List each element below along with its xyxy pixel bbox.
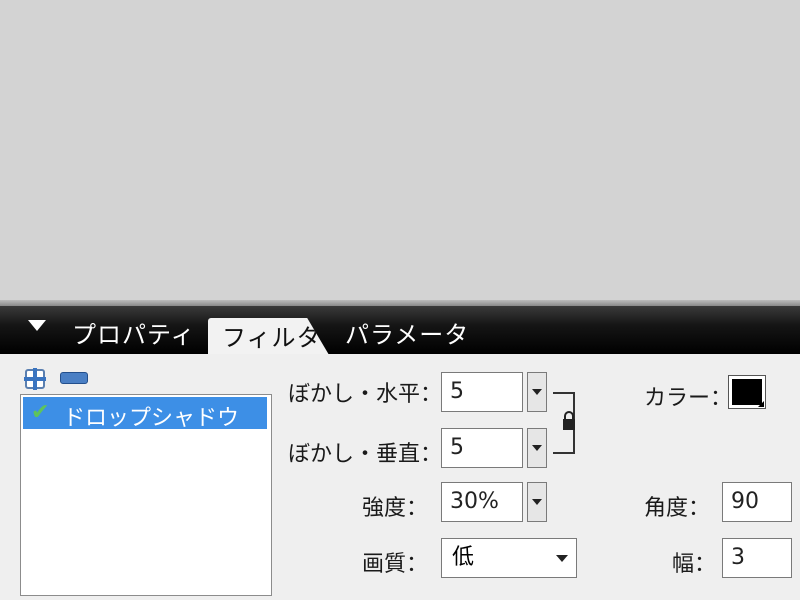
blur-x-field[interactable]: 5: [441, 372, 523, 412]
blur-y-field[interactable]: 5: [441, 428, 523, 468]
color-swatch[interactable]: [728, 375, 766, 409]
tab-properties[interactable]: プロパティ: [72, 316, 196, 354]
add-filter-icon[interactable]: [22, 366, 50, 392]
swatch-dropdown-icon: [758, 401, 764, 407]
quality-select[interactable]: 低: [441, 538, 577, 578]
distance-field[interactable]: 3: [722, 538, 792, 578]
blur-y-label: ぼかし・垂直：: [288, 442, 443, 467]
stage-area: [0, 0, 800, 300]
blur-x-spinner[interactable]: [527, 372, 547, 412]
checkmark-icon[interactable]: ✔: [31, 400, 49, 425]
lock-icon[interactable]: [561, 410, 577, 432]
panel-tab-bar: プロパティ フィルタ パラメータ: [0, 306, 800, 360]
filter-list: ✔ ドロップシャドウ: [20, 394, 272, 596]
distance-label: 幅：: [672, 552, 717, 577]
strength-label: 強度：: [362, 496, 429, 521]
strength-spinner[interactable]: [527, 482, 547, 522]
collapse-arrow-icon[interactable]: [28, 320, 46, 331]
filter-item-label: ドロップシャドウ: [63, 406, 240, 431]
angle-label: 角度：: [644, 496, 711, 521]
list-item[interactable]: ✔ ドロップシャドウ: [23, 397, 267, 431]
blur-y-spinner[interactable]: [527, 428, 547, 468]
strength-field[interactable]: 30%: [441, 482, 523, 522]
remove-filter-icon[interactable]: [60, 372, 88, 384]
tab-filters-label: フィルタ: [222, 324, 322, 352]
angle-field[interactable]: 90: [722, 482, 792, 522]
chevron-down-icon: [556, 555, 568, 562]
quality-value: 低: [452, 545, 475, 570]
color-label: カラー：: [644, 386, 733, 411]
quality-label: 画質：: [362, 552, 429, 577]
tab-parameters[interactable]: パラメータ: [345, 316, 469, 354]
blur-x-label: ぼかし・水平：: [288, 382, 443, 407]
